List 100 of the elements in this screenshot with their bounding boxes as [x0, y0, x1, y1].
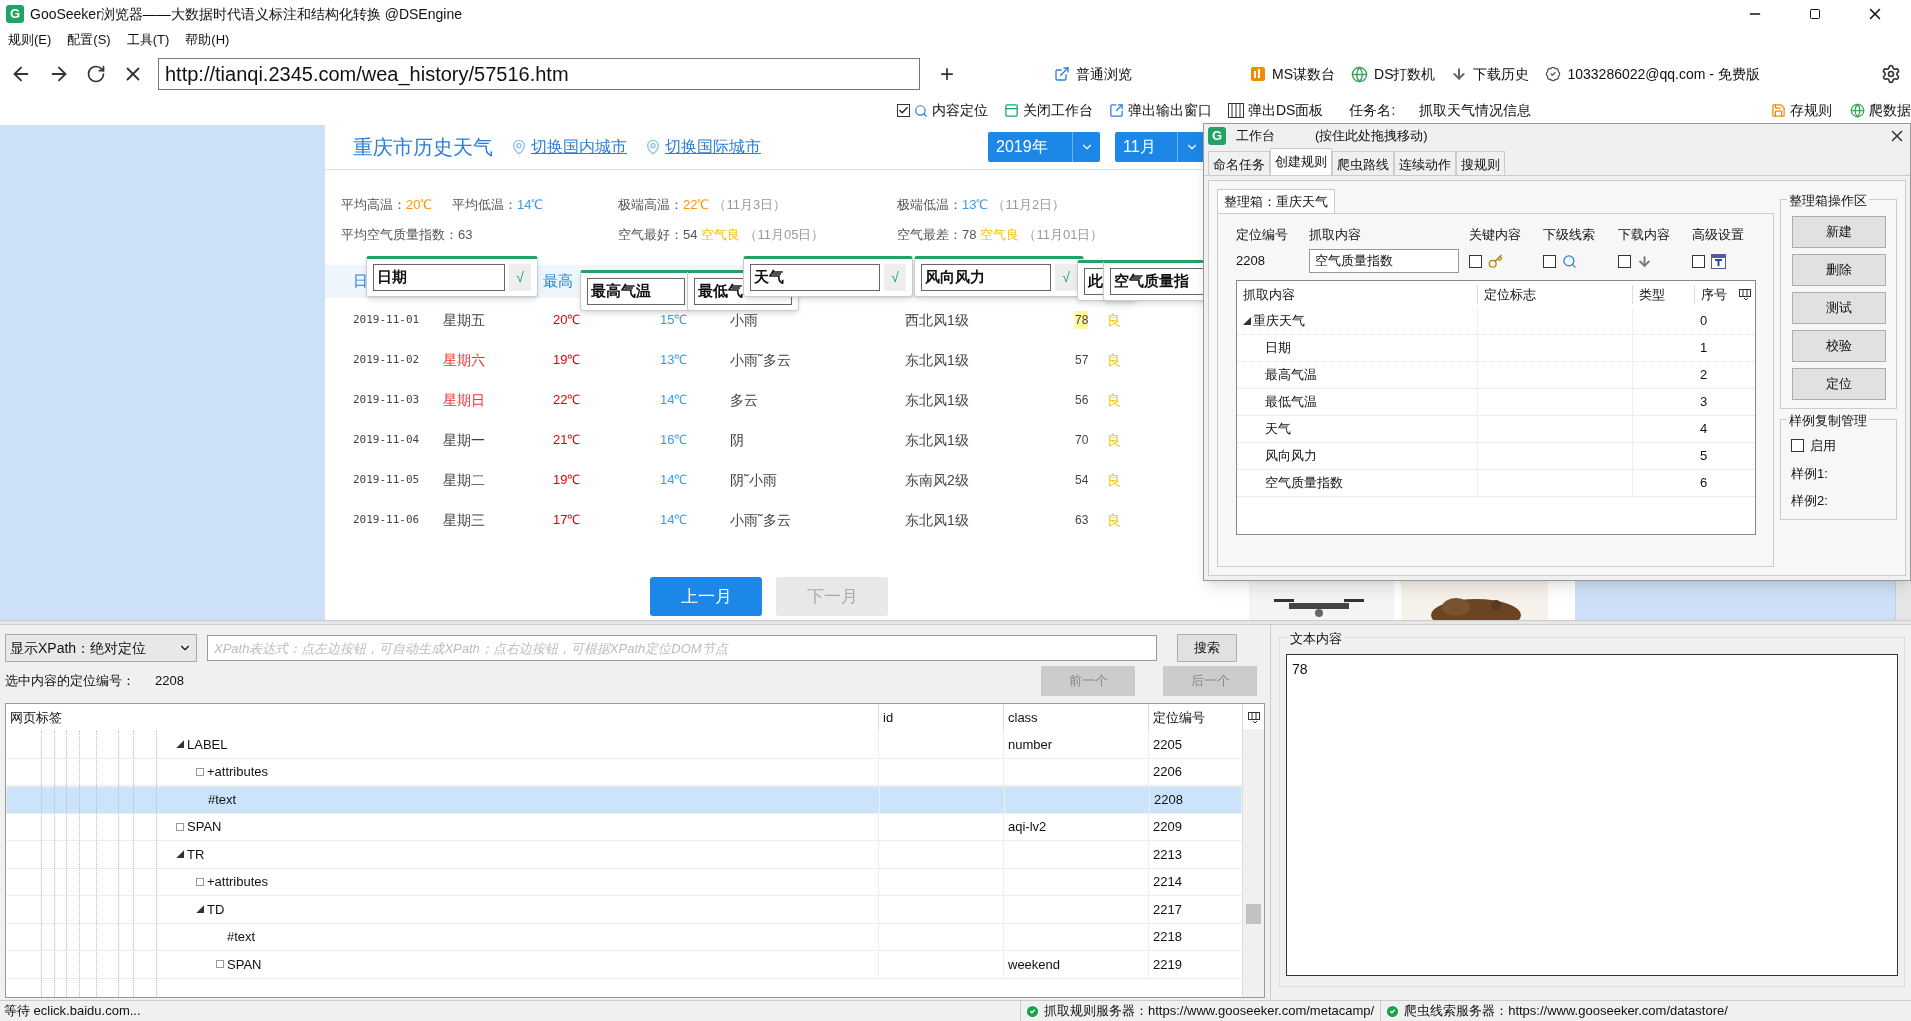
- table-cell-text: 星期六: [443, 350, 486, 370]
- table-cell-text: 东北风1级: [905, 350, 970, 370]
- column-header: 网页标签: [9, 708, 63, 727]
- weather-stat: 空气最差：78 空气良 （11月01日）: [897, 226, 1105, 245]
- field-label: 定位编号: [1236, 226, 1289, 245]
- table-cell-text: 70: [1075, 432, 1089, 449]
- weather-stat: 空气最好：54 空气良 （11月05日）: [618, 226, 826, 245]
- table-cell-text: 2019-11-01: [353, 311, 421, 328]
- table-cell-text: 星期日: [443, 390, 486, 410]
- table-cell-text: 良: [1107, 510, 1122, 530]
- table-cell: 78: [1075, 311, 1089, 329]
- table-cell-text: 20℃: [553, 311, 582, 330]
- node-tag: TR: [187, 844, 205, 864]
- column-header: 定位编号: [1148, 704, 1240, 731]
- table-cell-text: 阴˜小雨: [730, 470, 778, 490]
- table-cell-text: 21℃: [553, 431, 582, 450]
- node-tag: +attributes: [207, 762, 269, 782]
- task-label: 任务名:: [1349, 101, 1396, 120]
- field-value: 2208: [1236, 252, 1266, 271]
- table-cell-text: 16℃: [660, 431, 689, 450]
- table-cell-text: 1: [1699, 339, 1709, 358]
- table-cell-text: 2019-11-02: [353, 351, 421, 368]
- column-header: 类型: [1632, 284, 1694, 305]
- field-label: 下级线索: [1543, 226, 1596, 245]
- table-cell-text: 2209: [1153, 818, 1182, 836]
- table-cell-text: number: [1008, 735, 1053, 754]
- column-header: id: [878, 704, 1003, 731]
- table-cell-text: 良: [1107, 470, 1122, 490]
- table-cell-text: 2218: [1153, 928, 1182, 946]
- table-cell-text: 14℃: [660, 471, 689, 490]
- table-cell-text: 14℃: [660, 391, 689, 410]
- node-tag: +attributes: [207, 872, 269, 892]
- node-tag: #text: [227, 927, 256, 947]
- field-label: 选中内容的定位编号：: [5, 672, 135, 691]
- table-cell-text: 多云: [730, 390, 759, 410]
- table-cell-text: 17℃: [553, 511, 582, 530]
- server-status: 爬虫线索服务器：https://www.gooseeker.com/datastore/: [1404, 1002, 1728, 1021]
- weather-stat: 平均空气质量指数：63: [341, 226, 474, 245]
- table-cell-text: 5: [1699, 447, 1709, 466]
- table-cell-text: 2019-11-03: [353, 391, 421, 408]
- table-cell-text: 良: [1107, 350, 1122, 370]
- weather-stat: 平均低温：14℃: [452, 196, 545, 215]
- table-cell-text: 阴: [730, 430, 745, 450]
- table-cell-text: 东北风1级: [905, 390, 970, 410]
- table-cell-text: 星期二: [443, 470, 486, 490]
- column-header: 日: [353, 271, 368, 292]
- table-cell-text: 63: [1075, 512, 1089, 529]
- table-cell-text: 22℃: [553, 391, 582, 410]
- page-title: 重庆市历史天气: [353, 135, 493, 160]
- table-cell-text: 19℃: [553, 471, 582, 490]
- table-cell-text: 星期三: [443, 510, 486, 530]
- table-cell-text: 良: [1107, 310, 1122, 330]
- table-cell-text: 2213: [1153, 845, 1182, 864]
- status-message: 等待 eclick.baidu.com...: [3, 1002, 142, 1021]
- table-cell-text: weekend: [1008, 955, 1061, 974]
- table-cell-text: 东南风2级: [905, 470, 970, 490]
- table-cell-text: 3: [1699, 393, 1709, 412]
- table-cell-text: 13℃: [660, 351, 689, 370]
- table-cell-text: 小雨˜多云: [730, 350, 792, 370]
- table-cell-text: 2: [1699, 366, 1709, 385]
- table-cell-text: 14℃: [660, 511, 689, 530]
- table-cell-text: 0: [1699, 312, 1709, 331]
- table-cell-text: 2219: [1153, 955, 1182, 974]
- server-status: 抓取规则服务器：https://www.gooseeker.com/metacamp/: [1044, 1002, 1375, 1021]
- table-cell-text: 良: [1107, 390, 1122, 410]
- drag-hint: (按住此处拖拽移动): [1315, 127, 1428, 146]
- field-label: 抓取内容: [1309, 226, 1362, 245]
- field-label: 下载内容: [1618, 226, 1671, 245]
- weather-stat: 极端高温：22℃ （11月3日）: [618, 196, 788, 215]
- table-cell-text: 小雨: [730, 310, 759, 330]
- table-cell-text: 星期一: [443, 430, 486, 450]
- table-cell-text: 4: [1699, 420, 1709, 439]
- table-cell-text: 2205: [1153, 735, 1182, 754]
- table-cell-text: 2019-11-05: [353, 471, 421, 488]
- field-label: 样例1:: [1791, 464, 1829, 483]
- table-cell-text: 19℃: [553, 351, 582, 370]
- column-header: 序号: [1694, 284, 1739, 305]
- window-title: GooSeeker浏览器——大数据时代语义标注和结构化转换 @DSEngine: [30, 4, 462, 24]
- table-cell-text: 良: [1107, 430, 1122, 450]
- table-cell-text: 2208: [1154, 791, 1183, 809]
- field-label: 关键内容: [1469, 226, 1522, 245]
- table-cell-text: 星期五: [443, 310, 486, 330]
- table-cell-text: 54: [1075, 472, 1089, 489]
- node-tag: LABEL: [187, 734, 228, 754]
- node-tag: TD: [207, 899, 225, 919]
- table-cell-text: 2019-11-04: [353, 431, 421, 448]
- field-label: 高级设置: [1692, 226, 1745, 245]
- table-cell-text: 15℃: [660, 311, 689, 330]
- column-header: 定位标志: [1477, 284, 1632, 305]
- table-cell-text: aqi-lv2: [1008, 818, 1047, 836]
- table-cell-text: 东北风1级: [905, 510, 970, 530]
- column-header: 抓取内容: [1242, 285, 1296, 304]
- node-tag: SPAN: [227, 954, 262, 974]
- table-cell-text: 小雨˜多云: [730, 510, 792, 530]
- table-cell-text: 2019-11-06: [353, 511, 421, 528]
- table-cell-text: 2217: [1153, 900, 1182, 919]
- node-tag: #text: [208, 790, 237, 810]
- table-cell-text: 东北风1级: [905, 430, 970, 450]
- weather-stat: 极端低温：13℃ （11月2日）: [897, 196, 1067, 215]
- field-label: 样例2:: [1791, 492, 1829, 510]
